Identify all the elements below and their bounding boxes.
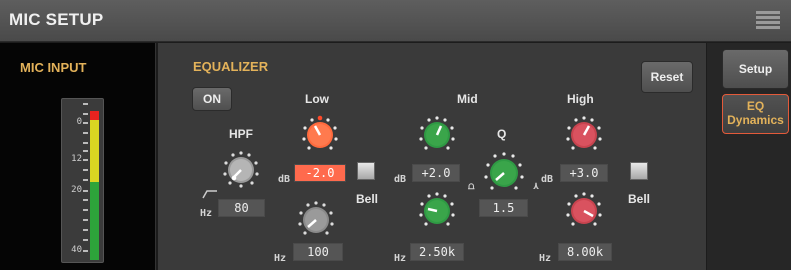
q-label: Q <box>497 127 507 141</box>
high-gain-unit: dB <box>541 174 554 185</box>
hpf-curve-icon <box>202 190 217 199</box>
reset-button[interactable]: Reset <box>641 61 693 93</box>
mid-freq-knob[interactable] <box>417 191 457 231</box>
low-gain-value[interactable]: -2.0 <box>294 164 346 182</box>
hpf-unit: Hz <box>200 208 213 219</box>
mic-input-title: MIC INPUT <box>20 60 87 75</box>
low-bell-toggle[interactable] <box>357 162 375 180</box>
menu-icon[interactable] <box>756 11 780 31</box>
q-knob[interactable] <box>482 151 526 195</box>
high-shape-label: Bell <box>628 192 651 206</box>
mid-gain-unit: dB <box>394 174 407 185</box>
low-label: Low <box>305 92 329 106</box>
equalizer-title: EQUALIZER <box>193 59 269 74</box>
high-gain-value[interactable]: +3.0 <box>560 164 608 182</box>
mid-freq-unit: Hz <box>394 253 407 264</box>
q-wide-icon: ⩍ <box>468 181 475 192</box>
low-shape-label: Bell <box>356 192 379 206</box>
meter-scale-label: 0 <box>76 117 82 127</box>
mid-gain-value[interactable]: +2.0 <box>412 164 460 182</box>
high-freq-unit: Hz <box>539 253 552 264</box>
high-freq-value[interactable]: 8.00k <box>558 243 612 261</box>
low-freq-knob[interactable] <box>296 200 336 240</box>
low-gain-knob[interactable] <box>300 115 340 155</box>
q-value[interactable]: 1.5 <box>479 199 528 217</box>
meter-yellow-segment <box>90 120 99 182</box>
title-bar: MIC SETUP <box>0 0 791 42</box>
tab-eq-dynamics-line2: Dynamics <box>727 113 784 127</box>
hpf-value[interactable]: 80 <box>218 199 265 217</box>
high-freq-knob[interactable] <box>564 191 604 231</box>
tab-eq-dynamics-line1: EQ <box>746 99 765 113</box>
mid-freq-value[interactable]: 2.50k <box>410 243 464 261</box>
page-title: MIC SETUP <box>9 10 104 29</box>
q-narrow-icon: ⋏ <box>533 181 540 192</box>
equalizer-panel: EQUALIZER ON Reset HPF Hz 80 Low dB -2.0 <box>158 43 706 270</box>
hpf-label: HPF <box>229 127 253 141</box>
meter-scale-label: 20 <box>71 185 82 195</box>
tab-setup[interactable]: Setup <box>722 49 789 89</box>
level-meter: 0 12 20 40 <box>61 98 104 263</box>
high-label: High <box>567 92 594 106</box>
meter-red-segment <box>90 111 99 120</box>
tab-eq-dynamics[interactable]: EQ Dynamics <box>722 94 789 134</box>
meter-scale-label: 40 <box>71 245 82 255</box>
hpf-knob[interactable] <box>221 150 261 190</box>
mid-gain-knob[interactable] <box>417 115 457 155</box>
low-gain-unit: dB <box>278 174 291 185</box>
high-bell-toggle[interactable] <box>630 162 648 180</box>
low-freq-value[interactable]: 100 <box>293 243 343 261</box>
low-freq-unit: Hz <box>274 253 287 264</box>
meter-green-segment <box>90 182 99 260</box>
high-gain-knob[interactable] <box>564 115 604 155</box>
eq-on-button[interactable]: ON <box>192 87 232 111</box>
mid-label: Mid <box>457 92 478 106</box>
side-tab-panel: Setup EQ Dynamics <box>707 43 791 270</box>
meter-scale-label: 12 <box>71 154 82 164</box>
mic-input-panel: MIC INPUT 0 12 20 40 <box>0 43 156 270</box>
